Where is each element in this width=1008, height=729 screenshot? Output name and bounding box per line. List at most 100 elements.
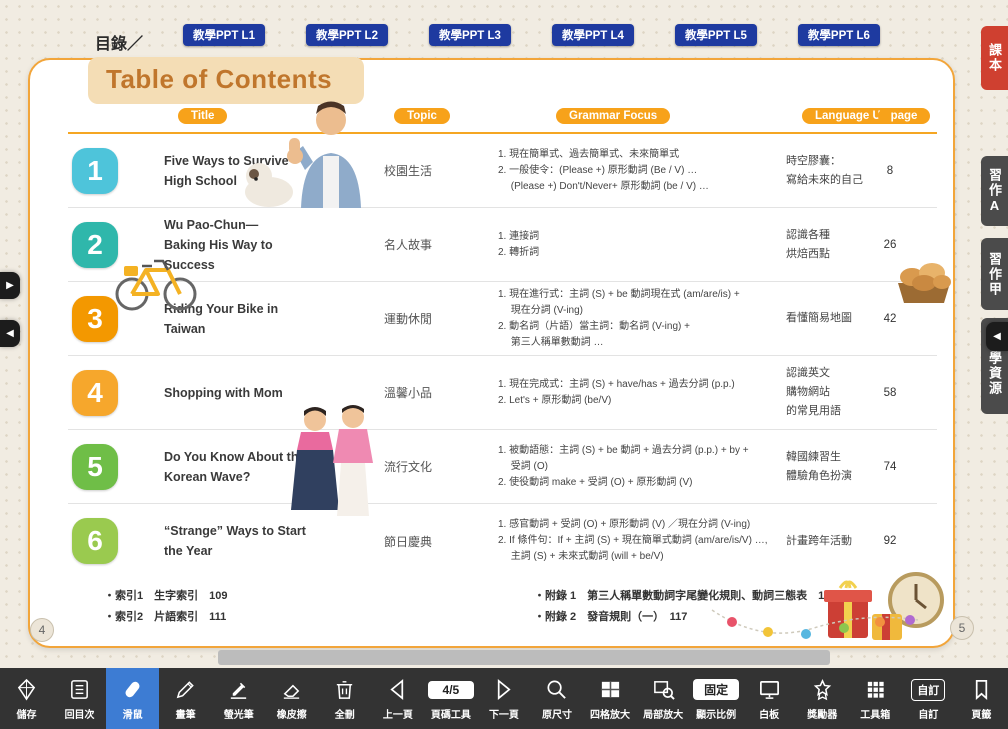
toolbox-icon bbox=[864, 677, 887, 703]
tool-label: 橡皮擦 bbox=[277, 706, 307, 721]
delete-all-icon bbox=[333, 677, 356, 703]
unit-topic: 校園生活 bbox=[318, 162, 498, 179]
ppt-button-l6[interactable]: 教學PPT L6 bbox=[798, 24, 880, 46]
unit-title: “Strange” Ways to Start the Year bbox=[142, 521, 318, 561]
tool-page-number[interactable]: 4/5 頁碼工具 bbox=[424, 668, 477, 729]
toolbar: 儲存 回目次滑鼠 畫筆 螢光筆橡皮擦 全刪 上一頁 4/5 頁碼工具 下一頁原尺寸四格放大局部放… bbox=[0, 668, 1008, 729]
tool-toolbox[interactable]: 工具箱 bbox=[849, 668, 902, 729]
ppt-button-l3[interactable]: 教學PPT L3 bbox=[429, 24, 511, 46]
column-header-page: page bbox=[878, 108, 931, 124]
tool-next-page[interactable]: 下一頁 bbox=[477, 668, 530, 729]
table-header-row: TitleTopicGrammar FocusLanguage Usepage bbox=[68, 108, 937, 134]
mouse-icon bbox=[121, 677, 144, 703]
tool-display-ratio[interactable]: 固定顯示比例 bbox=[690, 668, 743, 729]
page-tab-icon bbox=[970, 677, 993, 703]
reward-icon bbox=[811, 677, 834, 703]
side-tab-textbook[interactable]: 課本 bbox=[981, 26, 1008, 90]
ppt-button-l4[interactable]: 教學PPT L4 bbox=[552, 24, 634, 46]
prev-page-icon bbox=[386, 677, 409, 703]
index-note: ・索引2 片語索引 111 bbox=[104, 607, 534, 628]
unit-grammar-focus: 1. 現在簡單式、過去簡單式、未來簡單式 2. 一般使令：(Please +) … bbox=[498, 147, 786, 195]
tool-eraser[interactable]: 橡皮擦 bbox=[265, 668, 318, 729]
tool-label: 儲存 bbox=[17, 706, 37, 721]
unit-grammar-focus: 1. 感官動詞 + 受詞 (O) + 原形動詞 (V) ／現在分詞 (V-ing… bbox=[498, 517, 786, 565]
unit-number-badge: 3 bbox=[72, 296, 118, 342]
ppt-button-l2[interactable]: 教學PPT L2 bbox=[306, 24, 388, 46]
tool-label: 全刪 bbox=[335, 706, 355, 721]
next-page-icon bbox=[492, 677, 515, 703]
appendix-note: ・附錄 2 發音規則（一） 117 bbox=[534, 607, 836, 628]
tool-label: 畫筆 bbox=[176, 706, 196, 721]
original-size-icon bbox=[545, 677, 568, 703]
tool-prev-page[interactable]: 上一頁 bbox=[371, 668, 424, 729]
unit-page-number: 74 bbox=[870, 461, 910, 473]
toc-row-2: 2Wu Pao-Chun— Baking His Way to Success名… bbox=[68, 208, 937, 282]
flip-back-button-left[interactable]: ◀ bbox=[0, 320, 20, 347]
unit-title: Five Ways to Survive High School bbox=[142, 151, 318, 191]
unit-number-badge: 2 bbox=[72, 222, 118, 268]
content-sheet: Table of Contents TitleTopicGrammar Focu… bbox=[28, 58, 955, 648]
ppt-button-l5[interactable]: 教學PPT L5 bbox=[675, 24, 757, 46]
side-tab-workbook-a[interactable]: 習作A bbox=[981, 156, 1008, 226]
flip-button-right[interactable]: ◀ bbox=[986, 322, 1008, 351]
unit-language-use: 韓國練習生 體驗角色扮演 bbox=[786, 448, 870, 485]
tool-pen[interactable]: 畫筆 bbox=[159, 668, 212, 729]
toc-row-4: 4Shopping with Mom溫馨小品1. 現在完成式：主詞 (S) + … bbox=[68, 356, 937, 430]
tool-delete-all[interactable]: 全刪 bbox=[318, 668, 371, 729]
toc-row-5: 5Do You Know About the Korean Wave?流行文化1… bbox=[68, 430, 937, 504]
tool-label: 滑鼠 bbox=[123, 706, 143, 721]
unit-language-use: 認識英文 購物網站 的常見用語 bbox=[786, 364, 870, 420]
region-zoom-icon bbox=[652, 677, 675, 703]
display-ratio-value[interactable]: 固定 bbox=[693, 679, 739, 700]
four-panel-zoom-icon bbox=[599, 677, 622, 703]
tool-save[interactable]: 儲存 bbox=[0, 668, 53, 729]
tool-page-tab[interactable]: 頁籤 bbox=[955, 668, 1008, 729]
side-tab-workbook-jia[interactable]: 習作甲 bbox=[981, 238, 1008, 310]
tool-label: 下一頁 bbox=[489, 706, 519, 721]
unit-grammar-focus: 1. 現在完成式：主詞 (S) + have/has + 過去分詞 (p.p.)… bbox=[498, 377, 786, 409]
tool-label: 上一頁 bbox=[383, 706, 413, 721]
ppt-button-row: 教學PPT L1 教學PPT L2 教學PPT L3 教學PPT L4 教學PPT L5… bbox=[183, 24, 880, 46]
flip-forward-button-left[interactable]: ▶ bbox=[0, 272, 20, 299]
tool-label: 局部放大 bbox=[643, 706, 683, 721]
page-number-right: 5 bbox=[950, 616, 974, 640]
unit-title: Shopping with Mom bbox=[142, 383, 318, 403]
tool-label: 顯示比例 bbox=[696, 706, 736, 721]
unit-language-use: 時空膠囊： 寫給未來的自己 bbox=[786, 152, 870, 189]
highlighter-icon bbox=[227, 677, 250, 703]
ppt-button-l1[interactable]: 教學PPT L1 bbox=[183, 24, 265, 46]
tool-four-panel-zoom[interactable]: 四格放大 bbox=[584, 668, 637, 729]
unit-title: Wu Pao-Chun— Baking His Way to Success bbox=[142, 215, 318, 275]
appendix-note: ・附錄 1 第三人稱單數動詞字尾變化規則、動詞三態表 112 bbox=[534, 586, 836, 607]
column-header-grammar-focus: Grammar Focus bbox=[556, 108, 670, 124]
tool-label: 獎勵器 bbox=[807, 706, 837, 721]
save-icon bbox=[15, 677, 38, 703]
tool-mouse[interactable]: 滑鼠 bbox=[106, 668, 159, 729]
unit-page-number: 92 bbox=[870, 535, 910, 547]
unit-topic: 流行文化 bbox=[318, 458, 498, 475]
unit-page-number: 8 bbox=[870, 165, 910, 177]
tool-label: 頁碼工具 bbox=[431, 706, 471, 721]
tool-region-zoom[interactable]: 局部放大 bbox=[637, 668, 690, 729]
tool-highlighter[interactable]: 螢光筆 bbox=[212, 668, 265, 729]
column-header-title: Title bbox=[178, 108, 227, 124]
unit-page-number: 58 bbox=[870, 387, 910, 399]
tool-label: 四格放大 bbox=[590, 706, 630, 721]
tool-original-size[interactable]: 原尺寸 bbox=[530, 668, 583, 729]
tool-custom[interactable]: 自訂自訂 bbox=[902, 668, 955, 729]
tool-whiteboard[interactable]: 白板 bbox=[743, 668, 796, 729]
horizontal-scrollbar[interactable] bbox=[218, 650, 830, 665]
toc-row-6: 6“Strange” Ways to Start the Year節日慶典1. … bbox=[68, 504, 937, 578]
page-number-value[interactable]: 4/5 bbox=[428, 681, 474, 699]
unit-grammar-focus: 1. 連接詞 2. 轉折詞 bbox=[498, 229, 786, 261]
custom-icon: 自訂 bbox=[911, 677, 945, 703]
tool-back-to-contents[interactable]: 回目次 bbox=[53, 668, 106, 729]
tool-label: 自訂 bbox=[918, 706, 938, 721]
index-note: ・索引1 生字索引 109 bbox=[104, 586, 534, 607]
tool-reward[interactable]: 獎勵器 bbox=[796, 668, 849, 729]
tool-label: 頁籤 bbox=[971, 706, 991, 721]
page-title-box: Table of Contents bbox=[88, 57, 364, 104]
pen-icon bbox=[174, 677, 197, 703]
unit-number-badge: 5 bbox=[72, 444, 118, 490]
unit-topic: 溫馨小品 bbox=[318, 384, 498, 401]
